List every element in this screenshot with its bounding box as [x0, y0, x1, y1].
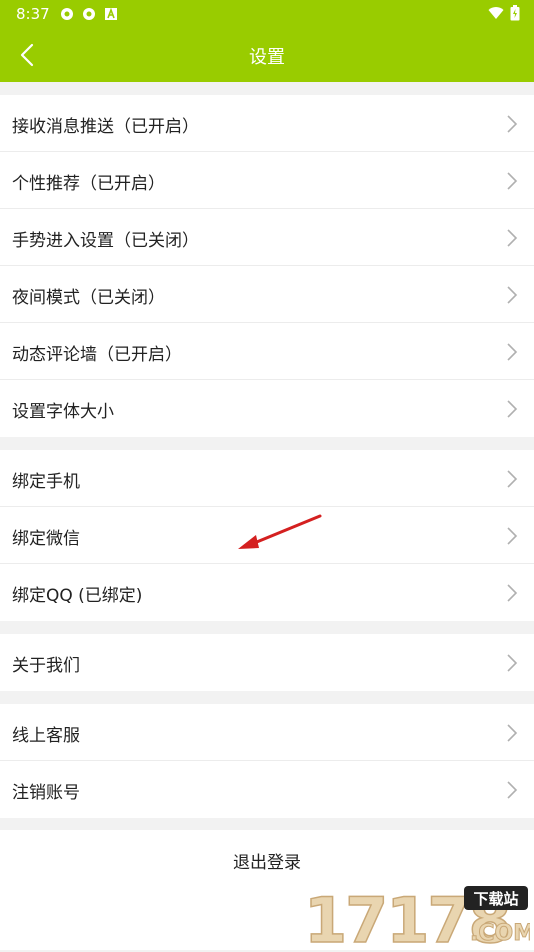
logout-label: 退出登录 [233, 853, 301, 873]
chevron-right-icon [507, 584, 518, 602]
annotation-arrow-icon [238, 514, 322, 549]
chevron-right-icon [507, 172, 518, 190]
setting-label: 关于我们 [12, 656, 80, 676]
setting-row-night-mode[interactable]: 夜间模式（已关闭） [0, 266, 534, 323]
status-time: 8:37 [16, 5, 50, 23]
setting-row-gesture-settings[interactable]: 手势进入设置（已关闭） [0, 209, 534, 266]
status-notification-icons [60, 6, 118, 20]
chevron-right-icon [507, 781, 518, 799]
watermark-graphic: 17178 下载站 .COM [303, 883, 534, 952]
page-title: 设置 [249, 47, 285, 68]
setting-label: 绑定QQ (已绑定) [12, 586, 143, 606]
setting-label: 线上客服 [12, 726, 80, 746]
watermark-suffix: .COM [470, 921, 530, 946]
setting-label: 注销账号 [12, 783, 80, 803]
setting-row-comment-wall[interactable]: 动态评论墙（已开启） [0, 323, 534, 380]
setting-row-bind-qq[interactable]: 绑定QQ (已绑定) [0, 564, 534, 621]
chevron-right-icon [507, 654, 518, 672]
wifi-icon [488, 7, 504, 20]
chevron-right-icon [507, 115, 518, 133]
setting-label: 设置字体大小 [12, 402, 114, 422]
setting-row-push-notifications[interactable]: 接收消息推送（已开启） [0, 95, 534, 152]
setting-label: 绑定手机 [12, 472, 80, 492]
chevron-right-icon [507, 229, 518, 247]
setting-label: 手势进入设置（已关闭） [12, 231, 199, 251]
watermark-badge: 下载站 [473, 890, 518, 908]
setting-label: 夜间模式（已关闭） [12, 288, 165, 308]
notification-a-icon [104, 6, 118, 20]
header-bar: 设置 [0, 28, 534, 82]
chevron-right-icon [507, 724, 518, 742]
setting-label: 个性推荐（已开启） [12, 174, 165, 194]
setting-row-font-size[interactable]: 设置字体大小 [0, 380, 534, 437]
notification-app-icon [60, 6, 74, 20]
logout-button[interactable]: 退出登录 [0, 830, 534, 889]
setting-label: 绑定微信 [12, 529, 80, 549]
notification-app-icon [82, 6, 96, 20]
setting-label: 接收消息推送（已开启） [12, 117, 199, 137]
setting-row-about-us[interactable]: 关于我们 [0, 634, 534, 691]
battery-icon [510, 5, 520, 21]
chevron-right-icon [507, 400, 518, 418]
chevron-right-icon [507, 343, 518, 361]
chevron-right-icon [507, 470, 518, 488]
setting-row-personalized-recommendation[interactable]: 个性推荐（已开启） [0, 152, 534, 209]
settings-group-account: 线上客服 注销账号 [0, 704, 534, 818]
chevron-right-icon [507, 286, 518, 304]
chevron-right-icon [507, 527, 518, 545]
setting-row-delete-account[interactable]: 注销账号 [0, 761, 534, 818]
site-watermark-logo: 17178 下载站 .COM [303, 882, 534, 952]
status-bar: 8:37 [0, 0, 534, 28]
status-system-icons [488, 5, 520, 21]
setting-label: 动态评论墙（已开启） [12, 345, 182, 365]
settings-group-preferences: 接收消息推送（已开启） 个性推荐（已开启） 手势进入设置（已关闭） 夜间模式（已… [0, 95, 534, 437]
settings-group-about: 关于我们 [0, 634, 534, 691]
setting-row-bind-phone[interactable]: 绑定手机 [0, 450, 534, 507]
setting-row-online-support[interactable]: 线上客服 [0, 704, 534, 761]
